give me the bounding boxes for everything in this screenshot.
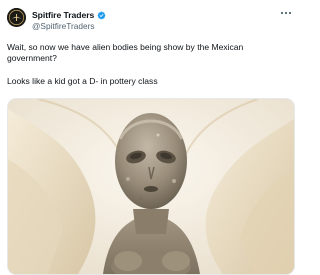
tweet-text-line-2: Looks like a kid got a D- in pottery cla… [7,75,158,86]
author-avatar[interactable] [7,8,26,27]
author-name-row[interactable]: Spitfire Traders [32,9,106,21]
more-options-icon[interactable] [280,9,292,17]
spitfire-logo-icon [7,8,26,27]
author-handle[interactable]: @SpitfireTraders [32,21,95,31]
tweet-text-line-1: Wait, so now we have alien bodies being … [7,42,246,64]
alien-figure-photo-icon [8,99,294,274]
author-display-name[interactable]: Spitfire Traders [32,10,94,20]
tweet-media-photo[interactable] [7,98,295,275]
verified-badge-icon [97,11,106,19]
tweet-text: Wait, so now we have alien bodies being … [7,42,295,87]
